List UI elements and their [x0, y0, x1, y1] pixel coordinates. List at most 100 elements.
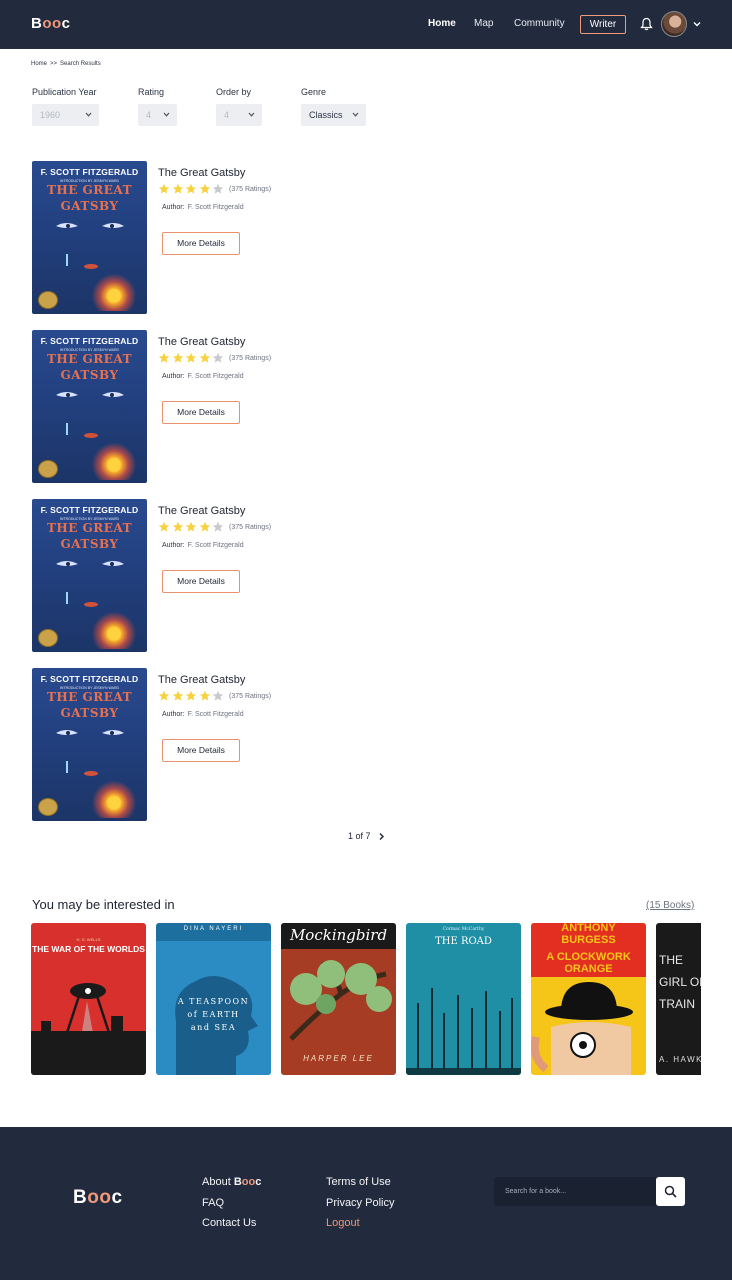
- breadcrumb-separator: >>: [50, 61, 58, 67]
- chevron-down-icon[interactable]: [692, 20, 702, 28]
- rec-title: Mockingbird: [289, 926, 388, 944]
- select-value: 4: [224, 110, 230, 120]
- breadcrumb-home[interactable]: Home: [31, 61, 47, 67]
- recommended-book[interactable]: H. G. WELLS THE WAR OF THE WORLDS: [31, 923, 146, 1075]
- filter-label: Order by: [216, 87, 252, 97]
- book-title[interactable]: The Great Gatsby: [158, 674, 245, 686]
- ratings-count: (375 Ratings): [229, 524, 272, 531]
- breadcrumb-current: Search Results: [60, 61, 101, 67]
- rating-select[interactable]: 4: [138, 104, 177, 126]
- cover-title-line2: GATSBY: [60, 537, 119, 551]
- star-icon: [185, 183, 197, 194]
- breadcrumb: Home >> Search Results: [31, 61, 104, 67]
- footer-faq-link[interactable]: FAQ: [202, 1197, 224, 1209]
- bowler-hat-illustration: [531, 982, 633, 1075]
- footer-terms-link[interactable]: Terms of Use: [326, 1176, 391, 1188]
- order-by-select[interactable]: 4: [216, 104, 262, 126]
- star-icon: [199, 352, 210, 363]
- cover-lips: [84, 602, 98, 607]
- cover-author: F. SCOTT FITZGERALD: [40, 674, 139, 684]
- star-icon: [212, 690, 224, 701]
- filter-rating: Rating 4: [138, 87, 177, 126]
- cover-author: F. SCOTT FITZGERALD: [40, 336, 139, 346]
- publication-year-select[interactable]: 1960: [32, 104, 99, 126]
- about-logo-start: B: [233, 1176, 242, 1188]
- author-label: Author:: [162, 373, 185, 380]
- select-value: 4: [146, 110, 152, 120]
- star-icon: [212, 183, 224, 194]
- recommended-book[interactable]: DINA NAYERI A TEASPOON of EARTH and SEA: [156, 923, 271, 1075]
- cover-eyes-illustration: [56, 223, 124, 228]
- footer-contact-link[interactable]: Contact Us: [202, 1217, 256, 1229]
- cover-seal: [38, 460, 58, 478]
- cover-seal: [38, 291, 58, 309]
- tripod-illustration: [31, 983, 146, 1075]
- star-rating: [158, 352, 226, 364]
- dead-trees-illustration: [406, 988, 521, 1075]
- books-count-link[interactable]: (15 Books): [646, 900, 694, 911]
- rec-title: A CLOCKWORK ORANGE: [546, 951, 631, 975]
- more-details-button[interactable]: More Details: [162, 232, 240, 255]
- footer-logout-link[interactable]: Logout: [326, 1217, 360, 1229]
- nav-home[interactable]: Home: [428, 18, 456, 29]
- star-icon: [185, 521, 197, 532]
- book-result: F. SCOTT FITZGERALD INTRODUCTION BY JESM…: [32, 161, 392, 314]
- filter-publication-year: Publication Year 1960: [32, 87, 99, 126]
- cover-author: F. SCOTT FITZGERALD: [40, 167, 139, 177]
- star-icon: [158, 352, 170, 363]
- book-author: Author: F. Scott Fitzgerald: [162, 542, 244, 549]
- nav-map[interactable]: Map: [474, 18, 493, 29]
- avatar[interactable]: [661, 11, 687, 37]
- more-details-button[interactable]: More Details: [162, 401, 240, 424]
- book-cover[interactable]: F. SCOTT FITZGERALD INTRODUCTION BY JESM…: [32, 330, 147, 483]
- star-icon: [172, 521, 183, 532]
- more-details-button[interactable]: More Details: [162, 739, 240, 762]
- nav-community[interactable]: Community: [514, 18, 565, 29]
- cover-tear: [66, 592, 68, 604]
- bell-icon[interactable]: [640, 17, 653, 31]
- star-rating: [158, 690, 226, 702]
- cover-title-line2: GATSBY: [60, 706, 119, 720]
- rec-title: THE ROAD: [435, 936, 492, 947]
- book-author: Author: F. Scott Fitzgerald: [162, 373, 244, 380]
- footer-logo[interactable]: Booc: [73, 1187, 123, 1209]
- logo[interactable]: Booc: [31, 15, 71, 32]
- logo-text-start: B: [73, 1187, 88, 1208]
- genre-select[interactable]: Classics: [301, 104, 366, 126]
- cover-title-line1: THE GREAT: [46, 521, 133, 535]
- more-details-button[interactable]: More Details: [162, 570, 240, 593]
- book-cover[interactable]: F. SCOTT FITZGERALD INTRODUCTION BY JESM…: [32, 499, 147, 652]
- cover-title-line1: THE GREAT: [46, 352, 133, 366]
- book-title[interactable]: The Great Gatsby: [158, 336, 245, 348]
- star-icon: [185, 352, 197, 363]
- rec-author: ANTHONY BURGESS: [561, 923, 616, 946]
- cover-lips: [84, 771, 98, 776]
- filter-genre: Genre Classics: [301, 87, 366, 126]
- cover-seal: [38, 798, 58, 816]
- rec-title-the: THE: [659, 953, 683, 967]
- recommended-book[interactable]: Mockingbird HARPER LEE: [281, 923, 396, 1075]
- star-rating: [158, 521, 226, 533]
- book-result: F. SCOTT FITZGERALD INTRODUCTION BY JESM…: [32, 499, 392, 652]
- writer-button[interactable]: Writer: [580, 15, 626, 34]
- star-icon: [199, 690, 210, 701]
- book-title[interactable]: The Great Gatsby: [158, 167, 245, 179]
- recommended-book[interactable]: THE GIRL ON THE TRAIN A. HAWK: [656, 923, 701, 1075]
- footer-privacy-link[interactable]: Privacy Policy: [326, 1197, 394, 1209]
- footer-about-link[interactable]: About Booc: [202, 1176, 261, 1188]
- cover-tear: [66, 423, 68, 435]
- recommended-book[interactable]: Cormac McCarthy THE ROAD: [406, 923, 521, 1075]
- book-cover[interactable]: F. SCOTT FITZGERALD INTRODUCTION BY JESM…: [32, 161, 147, 314]
- footer-search-button[interactable]: [656, 1177, 685, 1206]
- footer-search-input[interactable]: Search for a book...: [494, 1177, 656, 1206]
- recommended-book[interactable]: ANTHONY BURGESS A CLOCKWORK ORANGE: [531, 923, 646, 1075]
- rec-title: GIRL ON THE TRAIN: [659, 975, 701, 1011]
- cover-eyes-illustration: [56, 392, 124, 397]
- filter-label: Publication Year: [32, 87, 97, 97]
- book-title[interactable]: The Great Gatsby: [158, 505, 245, 517]
- book-cover[interactable]: F. SCOTT FITZGERALD INTRODUCTION BY JESM…: [32, 668, 147, 821]
- cover-eyes-illustration: [56, 730, 124, 735]
- cover-seal: [38, 629, 58, 647]
- chevron-right-icon[interactable]: [378, 832, 385, 841]
- book-result: F. SCOTT FITZGERALD INTRODUCTION BY JESM…: [32, 330, 392, 483]
